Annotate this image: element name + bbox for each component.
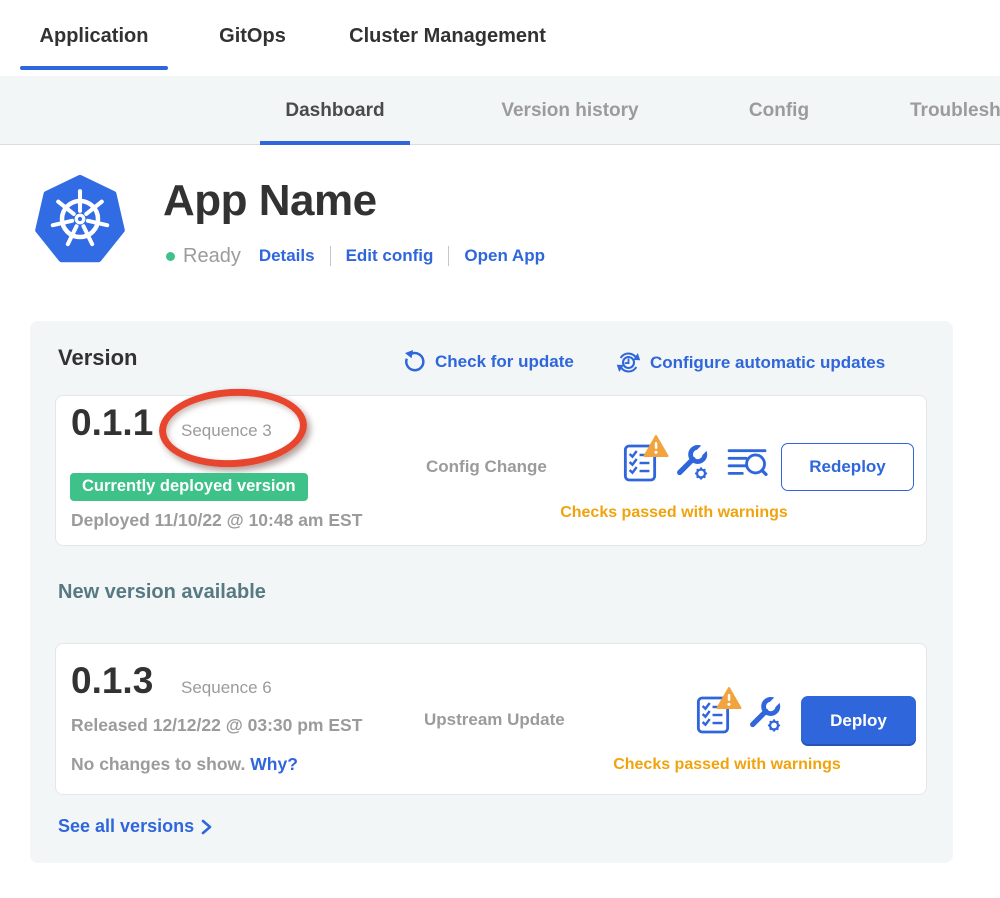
no-changes-line: No changes to show. Why? xyxy=(71,754,298,775)
tab-application[interactable]: Application xyxy=(20,0,168,72)
app-status-row: Ready Details Edit config Open App xyxy=(166,242,545,270)
page-title: App Name xyxy=(163,176,377,226)
chevron-right-icon xyxy=(201,819,213,835)
sub-nav: Dashboard Version history Config Trouble… xyxy=(0,76,1000,145)
current-version-sequence: Sequence 3 xyxy=(181,421,272,441)
see-all-versions-label: See all versions xyxy=(58,816,194,837)
deploy-button[interactable]: Deploy xyxy=(801,696,916,746)
redeploy-button[interactable]: Redeploy xyxy=(781,443,914,491)
version-source-label: Upstream Update xyxy=(424,710,565,730)
warning-triangle-icon xyxy=(716,686,742,710)
details-link[interactable]: Details xyxy=(259,246,315,266)
warning-triangle-icon xyxy=(643,434,669,458)
checks-status-text[interactable]: Checks passed with warnings xyxy=(508,504,840,522)
version-source-label: Config Change xyxy=(426,457,547,477)
tab-dashboard[interactable]: Dashboard xyxy=(260,76,410,145)
divider xyxy=(448,246,449,266)
checks-status-text[interactable]: Checks passed with warnings xyxy=(581,756,873,774)
kubernetes-logo-icon xyxy=(35,172,125,266)
tab-troubleshoot[interactable]: Troubleshoot xyxy=(910,76,1000,145)
tab-cluster-management[interactable]: Cluster Management xyxy=(320,0,575,72)
tab-gitops[interactable]: GitOps xyxy=(195,0,310,72)
tab-version-history[interactable]: Version history xyxy=(470,76,670,145)
check-for-update-button[interactable]: Check for update xyxy=(402,349,574,374)
version-panel-title: Version xyxy=(58,345,137,371)
current-version-number: 0.1.1 xyxy=(71,402,153,444)
see-all-versions-link[interactable]: See all versions xyxy=(58,816,213,837)
deployed-timestamp: Deployed 11/10/22 @ 10:48 am EST xyxy=(71,510,362,531)
new-version-number: 0.1.3 xyxy=(71,660,153,702)
edit-config-wrench-icon[interactable] xyxy=(673,444,711,482)
tab-config[interactable]: Config xyxy=(723,76,835,145)
check-for-update-label: Check for update xyxy=(435,352,574,372)
top-nav: Application GitOps Cluster Management xyxy=(0,0,1000,76)
preflight-checks-icon[interactable] xyxy=(696,695,730,735)
status-text: Ready xyxy=(183,245,241,268)
new-version-sequence: Sequence 6 xyxy=(181,678,272,698)
new-version-heading: New version available xyxy=(58,581,266,604)
divider xyxy=(330,246,331,266)
current-version-card: 0.1.1 Sequence 3 Currently deployed vers… xyxy=(55,395,927,546)
new-version-card: 0.1.3 Sequence 6 Released 12/12/22 @ 03:… xyxy=(55,643,927,795)
version-check-icons xyxy=(623,443,769,483)
currently-deployed-badge: Currently deployed version xyxy=(70,473,308,501)
edit-config-link[interactable]: Edit config xyxy=(346,246,434,266)
refresh-icon xyxy=(402,349,427,374)
no-changes-text: No changes to show. xyxy=(71,754,245,774)
preflight-checks-icon[interactable] xyxy=(623,443,657,483)
configure-automatic-updates-button[interactable]: Configure automatic updates xyxy=(615,349,885,376)
version-check-icons xyxy=(696,695,784,735)
open-app-link[interactable]: Open App xyxy=(464,246,545,266)
configure-automatic-updates-label: Configure automatic updates xyxy=(650,353,885,373)
why-link[interactable]: Why? xyxy=(250,754,298,774)
auto-update-clock-icon xyxy=(615,349,642,376)
released-timestamp: Released 12/12/22 @ 03:30 pm EST xyxy=(71,715,362,736)
view-files-diff-icon[interactable] xyxy=(727,446,769,480)
edit-config-wrench-icon[interactable] xyxy=(746,696,784,734)
version-panel: Version Check for update Configure autom… xyxy=(30,321,953,863)
status-ready-dot-icon xyxy=(166,252,175,261)
